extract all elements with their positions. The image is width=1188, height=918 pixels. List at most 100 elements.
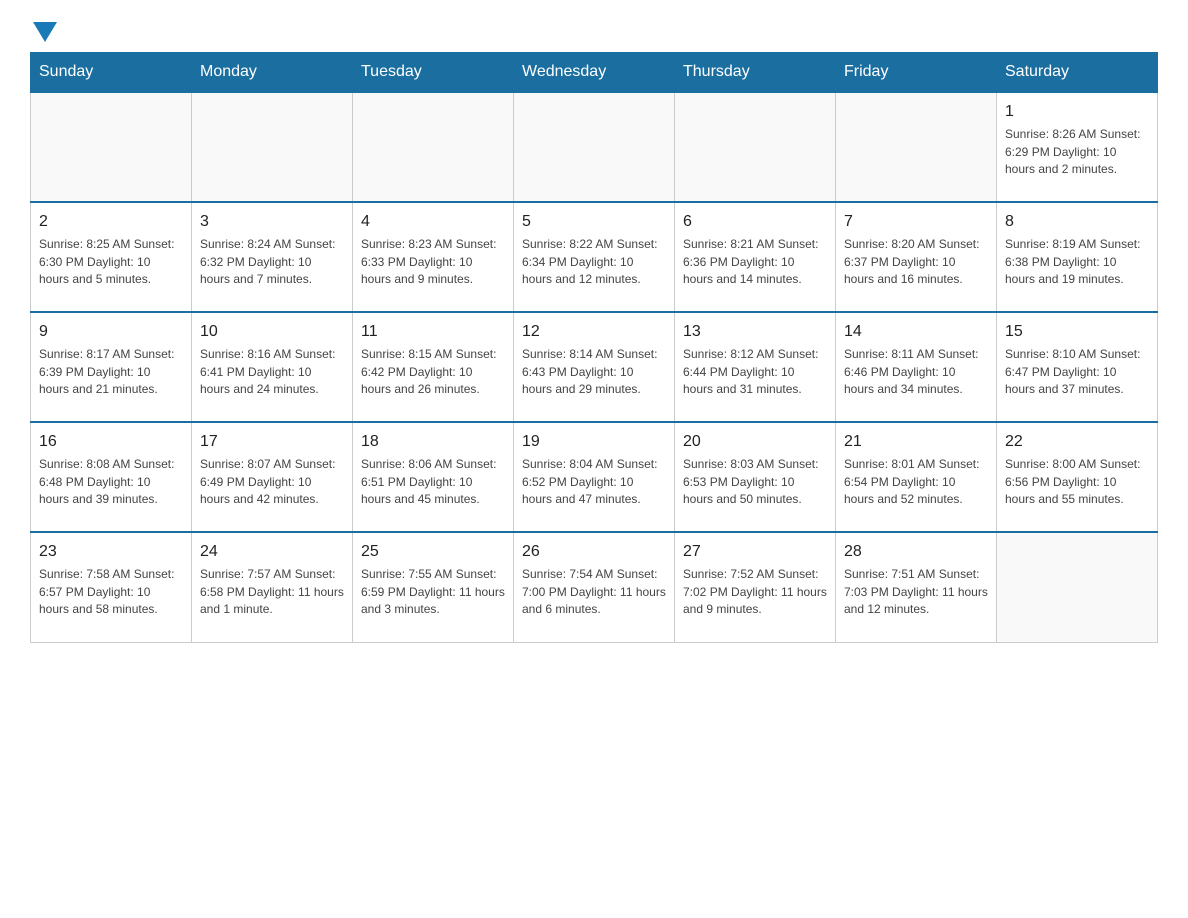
day-number: 22 <box>1005 431 1149 453</box>
calendar-cell: 9 Sunrise: 8:17 AM Sunset: 6:39 PM Daylig… <box>31 312 192 422</box>
week-row-2: 9 Sunrise: 8:17 AM Sunset: 6:39 PM Daylig… <box>31 312 1158 422</box>
day-number: 18 <box>361 431 505 453</box>
day-info: Sunrise: 7:55 AM Sunset: 6:59 PM Dayligh… <box>361 566 505 618</box>
calendar-cell: 23 Sunrise: 7:58 AM Sunset: 6:57 PM Dayli… <box>31 532 192 642</box>
calendar-cell: 19 Sunrise: 8:04 AM Sunset: 6:52 PM Dayli… <box>514 422 675 532</box>
day-number: 8 <box>1005 211 1149 233</box>
header-friday: Friday <box>836 53 997 93</box>
day-number: 9 <box>39 321 183 343</box>
week-row-4: 23 Sunrise: 7:58 AM Sunset: 6:57 PM Dayli… <box>31 532 1158 642</box>
calendar-cell: 8 Sunrise: 8:19 AM Sunset: 6:38 PM Daylig… <box>997 202 1158 312</box>
calendar-cell <box>675 92 836 202</box>
day-info: Sunrise: 7:57 AM Sunset: 6:58 PM Dayligh… <box>200 566 344 618</box>
header-wednesday: Wednesday <box>514 53 675 93</box>
day-info: Sunrise: 8:15 AM Sunset: 6:42 PM Dayligh… <box>361 346 505 398</box>
logo-triangle-icon <box>33 22 57 42</box>
day-info: Sunrise: 8:19 AM Sunset: 6:38 PM Dayligh… <box>1005 236 1149 288</box>
day-info: Sunrise: 8:00 AM Sunset: 6:56 PM Dayligh… <box>1005 456 1149 508</box>
calendar-table: SundayMondayTuesdayWednesdayThursdayFrid… <box>30 52 1158 643</box>
day-info: Sunrise: 8:07 AM Sunset: 6:49 PM Dayligh… <box>200 456 344 508</box>
week-row-3: 16Sunrise: 8:08 AM Sunset: 6:48 PM Dayli… <box>31 422 1158 532</box>
calendar-cell: 12 Sunrise: 8:14 AM Sunset: 6:43 PM Dayli… <box>514 312 675 422</box>
calendar-cell: 5Sunrise: 8:22 AM Sunset: 6:34 PM Daylig… <box>514 202 675 312</box>
calendar-cell: 28 Sunrise: 7:51 AM Sunset: 7:03 PM Dayli… <box>836 532 997 642</box>
day-info: Sunrise: 8:17 AM Sunset: 6:39 PM Dayligh… <box>39 346 183 398</box>
day-number: 7 <box>844 211 988 233</box>
day-number: 17 <box>200 431 344 453</box>
day-number: 1 <box>1005 101 1149 123</box>
calendar-cell: 11 Sunrise: 8:15 AM Sunset: 6:42 PM Dayli… <box>353 312 514 422</box>
header-sunday: Sunday <box>31 53 192 93</box>
day-number: 2 <box>39 211 183 233</box>
calendar-cell <box>353 92 514 202</box>
day-number: 28 <box>844 541 988 563</box>
day-info: Sunrise: 8:21 AM Sunset: 6:36 PM Dayligh… <box>683 236 827 288</box>
day-number: 19 <box>522 431 666 453</box>
header-thursday: Thursday <box>675 53 836 93</box>
day-info: Sunrise: 8:01 AM Sunset: 6:54 PM Dayligh… <box>844 456 988 508</box>
calendar-cell: 20 Sunrise: 8:03 AM Sunset: 6:53 PM Dayli… <box>675 422 836 532</box>
day-info: Sunrise: 8:23 AM Sunset: 6:33 PM Dayligh… <box>361 236 505 288</box>
day-info: Sunrise: 8:26 AM Sunset: 6:29 PM Dayligh… <box>1005 126 1149 178</box>
day-number: 26 <box>522 541 666 563</box>
calendar-cell: 1 Sunrise: 8:26 AM Sunset: 6:29 PM Daylig… <box>997 92 1158 202</box>
day-info: Sunrise: 8:25 AM Sunset: 6:30 PM Dayligh… <box>39 236 183 288</box>
day-info: Sunrise: 8:11 AM Sunset: 6:46 PM Dayligh… <box>844 346 988 398</box>
calendar-cell <box>514 92 675 202</box>
day-info: Sunrise: 7:58 AM Sunset: 6:57 PM Dayligh… <box>39 566 183 618</box>
day-number: 27 <box>683 541 827 563</box>
day-number: 24 <box>200 541 344 563</box>
day-info: Sunrise: 8:16 AM Sunset: 6:41 PM Dayligh… <box>200 346 344 398</box>
day-number: 10 <box>200 321 344 343</box>
calendar-cell: 22 Sunrise: 8:00 AM Sunset: 6:56 PM Dayli… <box>997 422 1158 532</box>
calendar-cell: 4 Sunrise: 8:23 AM Sunset: 6:33 PM Daylig… <box>353 202 514 312</box>
calendar-cell: 21 Sunrise: 8:01 AM Sunset: 6:54 PM Dayli… <box>836 422 997 532</box>
day-number: 12 <box>522 321 666 343</box>
day-number: 14 <box>844 321 988 343</box>
day-info: Sunrise: 8:10 AM Sunset: 6:47 PM Dayligh… <box>1005 346 1149 398</box>
day-number: 20 <box>683 431 827 453</box>
day-info: Sunrise: 8:24 AM Sunset: 6:32 PM Dayligh… <box>200 236 344 288</box>
day-info: Sunrise: 7:54 AM Sunset: 7:00 PM Dayligh… <box>522 566 666 618</box>
calendar-cell: 10 Sunrise: 8:16 AM Sunset: 6:41 PM Dayli… <box>192 312 353 422</box>
calendar-cell: 7 Sunrise: 8:20 AM Sunset: 6:37 PM Daylig… <box>836 202 997 312</box>
calendar-cell: 24 Sunrise: 7:57 AM Sunset: 6:58 PM Dayli… <box>192 532 353 642</box>
day-number: 13 <box>683 321 827 343</box>
day-info: Sunrise: 8:20 AM Sunset: 6:37 PM Dayligh… <box>844 236 988 288</box>
day-info: Sunrise: 8:06 AM Sunset: 6:51 PM Dayligh… <box>361 456 505 508</box>
calendar-cell <box>31 92 192 202</box>
day-number: 25 <box>361 541 505 563</box>
calendar-cell <box>997 532 1158 642</box>
day-number: 15 <box>1005 321 1149 343</box>
calendar-cell: 14 Sunrise: 8:11 AM Sunset: 6:46 PM Dayli… <box>836 312 997 422</box>
calendar-cell <box>836 92 997 202</box>
calendar-cell: 3 Sunrise: 8:24 AM Sunset: 6:32 PM Daylig… <box>192 202 353 312</box>
calendar-cell: 25 Sunrise: 7:55 AM Sunset: 6:59 PM Dayli… <box>353 532 514 642</box>
day-number: 4 <box>361 211 505 233</box>
day-number: 23 <box>39 541 183 563</box>
day-info: Sunrise: 8:08 AM Sunset: 6:48 PM Dayligh… <box>39 456 183 508</box>
calendar-cell: 17 Sunrise: 8:07 AM Sunset: 6:49 PM Dayli… <box>192 422 353 532</box>
calendar-cell: 27Sunrise: 7:52 AM Sunset: 7:02 PM Dayli… <box>675 532 836 642</box>
calendar-header-row: SundayMondayTuesdayWednesdayThursdayFrid… <box>31 53 1158 93</box>
calendar-cell: 15 Sunrise: 8:10 AM Sunset: 6:47 PM Dayli… <box>997 312 1158 422</box>
calendar-cell: 26 Sunrise: 7:54 AM Sunset: 7:00 PM Dayli… <box>514 532 675 642</box>
page-header <box>30 20 1158 42</box>
calendar-cell: 6Sunrise: 8:21 AM Sunset: 6:36 PM Daylig… <box>675 202 836 312</box>
day-info: Sunrise: 8:22 AM Sunset: 6:34 PM Dayligh… <box>522 236 666 288</box>
header-tuesday: Tuesday <box>353 53 514 93</box>
calendar-cell: 16Sunrise: 8:08 AM Sunset: 6:48 PM Dayli… <box>31 422 192 532</box>
day-info: Sunrise: 8:04 AM Sunset: 6:52 PM Dayligh… <box>522 456 666 508</box>
week-row-0: 1 Sunrise: 8:26 AM Sunset: 6:29 PM Daylig… <box>31 92 1158 202</box>
calendar-cell: 18 Sunrise: 8:06 AM Sunset: 6:51 PM Dayli… <box>353 422 514 532</box>
day-info: Sunrise: 8:14 AM Sunset: 6:43 PM Dayligh… <box>522 346 666 398</box>
day-number: 3 <box>200 211 344 233</box>
logo <box>30 20 60 42</box>
day-number: 11 <box>361 321 505 343</box>
day-info: Sunrise: 8:03 AM Sunset: 6:53 PM Dayligh… <box>683 456 827 508</box>
calendar-cell: 2 Sunrise: 8:25 AM Sunset: 6:30 PM Daylig… <box>31 202 192 312</box>
day-number: 21 <box>844 431 988 453</box>
header-saturday: Saturday <box>997 53 1158 93</box>
header-monday: Monday <box>192 53 353 93</box>
day-info: Sunrise: 7:51 AM Sunset: 7:03 PM Dayligh… <box>844 566 988 618</box>
